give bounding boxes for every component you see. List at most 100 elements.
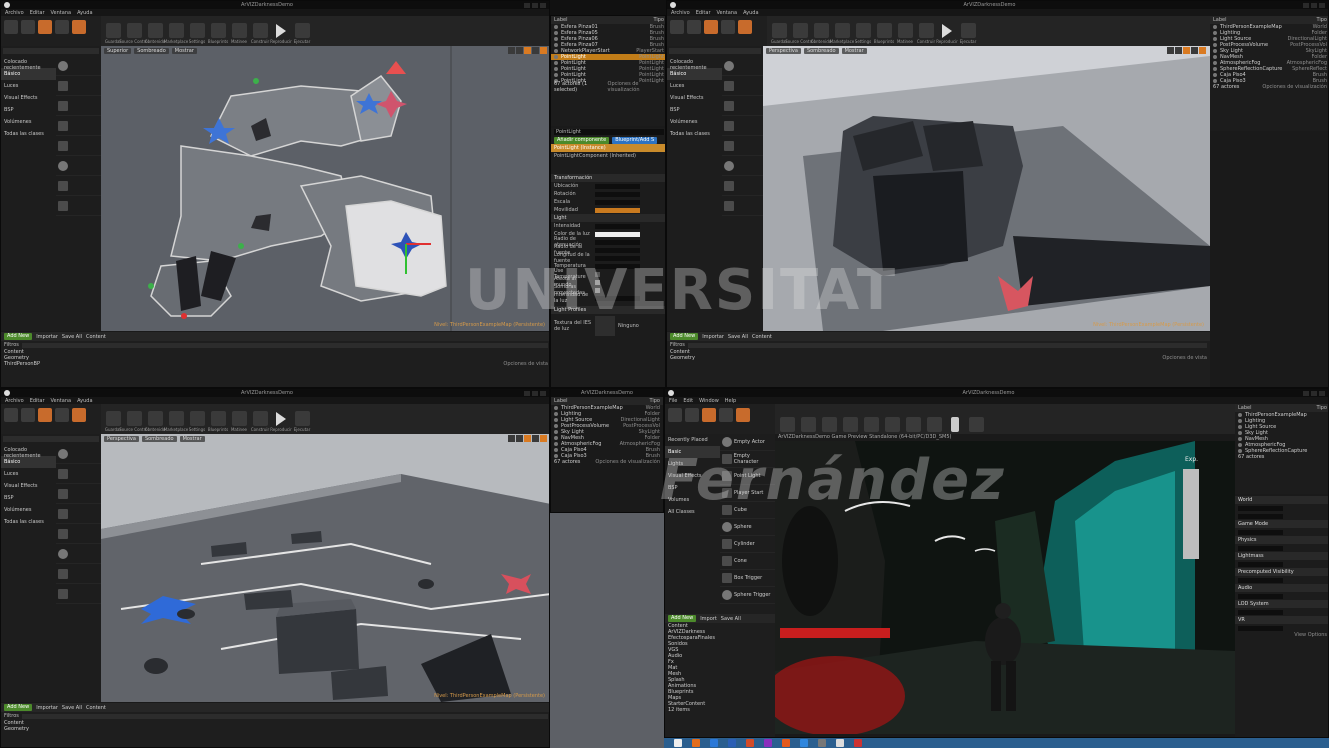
powerpoint-icon[interactable] [746,739,754,747]
category-bsp[interactable]: BSP [667,104,722,116]
window-controls[interactable] [1303,2,1325,8]
col-label[interactable]: Label [554,17,568,23]
place-item[interactable]: Empty Character [720,451,775,468]
prop-value[interactable] [1238,513,1283,519]
matinee-button[interactable] [904,417,922,432]
eye-icon[interactable] [1213,55,1217,59]
menu-archivo[interactable]: Archivo [5,10,24,16]
shading-chip[interactable]: Sombreado [803,48,839,54]
eye-icon[interactable] [554,37,558,41]
col-label[interactable]: Label [1213,17,1227,23]
add-new-button[interactable]: Add New [670,333,699,340]
view-options[interactable]: Opciones de vista [1162,355,1207,361]
landscape-mode-icon[interactable] [38,20,52,34]
eye-icon[interactable] [554,55,558,59]
mobility-toggle[interactable] [595,207,640,213]
tool-icon[interactable] [532,47,539,54]
place-item[interactable] [56,196,101,216]
place-item[interactable] [56,524,101,544]
tree-item[interactable]: Geometry [1,726,549,732]
menu-help[interactable]: Help [725,398,736,404]
category-all[interactable]: Todas las clases [1,516,56,528]
prop-value[interactable] [595,223,640,229]
checkbox[interactable] [595,287,600,293]
illustrator-icon[interactable] [782,739,790,747]
launch-button[interactable]: Ejecutar [959,23,977,44]
add-new-button[interactable]: Add New [4,704,33,711]
category-recent[interactable]: Colocado recientemente [1,56,56,71]
prop-value[interactable] [1238,593,1283,599]
menu-ayuda[interactable]: Ayuda [77,398,92,404]
unreal-icon[interactable] [836,739,844,747]
launch-button[interactable]: Ejecutar [293,23,311,44]
pause-button[interactable] [946,417,964,432]
eye-icon[interactable] [554,49,558,53]
prop-value[interactable] [1238,561,1283,567]
eye-icon[interactable] [1213,25,1217,29]
viewport-perspective[interactable]: Perspectiva Sombreado Mostrar Nivel: Thi… [763,46,1210,331]
menu-edit[interactable]: Edit [683,398,693,404]
col-type[interactable]: Tipo [649,398,660,404]
game-preview[interactable]: ArVIZDarknessDemo Game Preview Standalon… [775,434,1235,734]
tool-icon[interactable] [532,435,539,442]
place-item[interactable] [722,176,763,196]
source-control-button[interactable]: Source Control [119,23,149,44]
build-button[interactable]: Construir [251,411,269,432]
eye-icon[interactable] [1238,443,1242,447]
geometry-mode-icon[interactable] [736,408,750,422]
place-item[interactable] [56,136,101,156]
viewport-perspective-2[interactable]: Perspectiva Sombreado Mostrar Nivel: Thi… [101,434,549,702]
eye-icon[interactable] [554,43,558,47]
menu-editar[interactable]: Editar [30,10,45,16]
eye-icon[interactable] [554,73,558,77]
prop-value[interactable] [595,255,640,261]
view-mode-chip[interactable]: Perspectiva [104,436,139,442]
play-button[interactable]: Reproducir [936,24,958,44]
eye-icon[interactable] [554,430,558,434]
menu-ventana[interactable]: Ventana [717,10,738,16]
source-control-button[interactable]: Source Control [119,411,149,432]
col-type[interactable]: Tipo [653,17,664,23]
col-type[interactable]: Tipo [1316,17,1327,23]
eye-icon[interactable] [1238,431,1242,435]
import-button[interactable]: Importar [36,705,58,711]
content-button[interactable] [820,417,838,432]
place-search-input[interactable] [3,48,99,54]
place-item[interactable]: Cube [720,502,775,519]
category-recent[interactable]: Colocado recientemente [1,444,56,459]
section-lod[interactable]: LOD System [1235,600,1328,608]
source-control-button[interactable] [799,417,817,432]
view-options-button[interactable]: Opciones de visualización [608,81,664,93]
settings-button[interactable]: Settings [188,411,206,432]
play-button[interactable]: Reproducir [270,412,292,432]
prop-value[interactable] [595,183,640,189]
play-button[interactable]: Reproducir [270,24,292,44]
tool-icon[interactable] [1167,47,1174,54]
eye-icon[interactable] [1213,43,1217,47]
eye-icon[interactable] [554,31,558,35]
menu-ayuda[interactable]: Ayuda [743,10,758,16]
col-label[interactable]: Label [1238,405,1252,411]
category-basic[interactable]: Basic [665,446,720,458]
eye-icon[interactable] [554,406,558,410]
add-new-button[interactable]: Add New [4,333,33,340]
show-chip[interactable]: Mostrar [179,436,205,442]
view-mode-chip[interactable]: Perspectiva [766,48,801,54]
eye-icon[interactable] [1213,37,1217,41]
place-item[interactable] [722,136,763,156]
word-icon[interactable] [728,739,736,747]
snap-icon[interactable] [1183,47,1190,54]
eye-icon[interactable] [554,442,558,446]
eye-icon[interactable] [554,67,558,71]
prop-value[interactable] [595,191,640,197]
checkbox[interactable] [595,271,600,277]
section-transform[interactable]: Transformación [551,174,665,182]
component-instance[interactable]: PointLight (Instance) [551,144,665,152]
menu-ventana[interactable]: Ventana [51,10,72,16]
section-precomputed[interactable]: Precomputed Visibility [1235,568,1328,576]
tree-item[interactable]: Geometry Opciones de vista [667,355,1210,361]
tool-icon[interactable] [1191,47,1198,54]
marketplace-button[interactable] [841,417,859,432]
menu-editar[interactable]: Editar [30,398,45,404]
menu-archivo[interactable]: Archivo [5,398,24,404]
